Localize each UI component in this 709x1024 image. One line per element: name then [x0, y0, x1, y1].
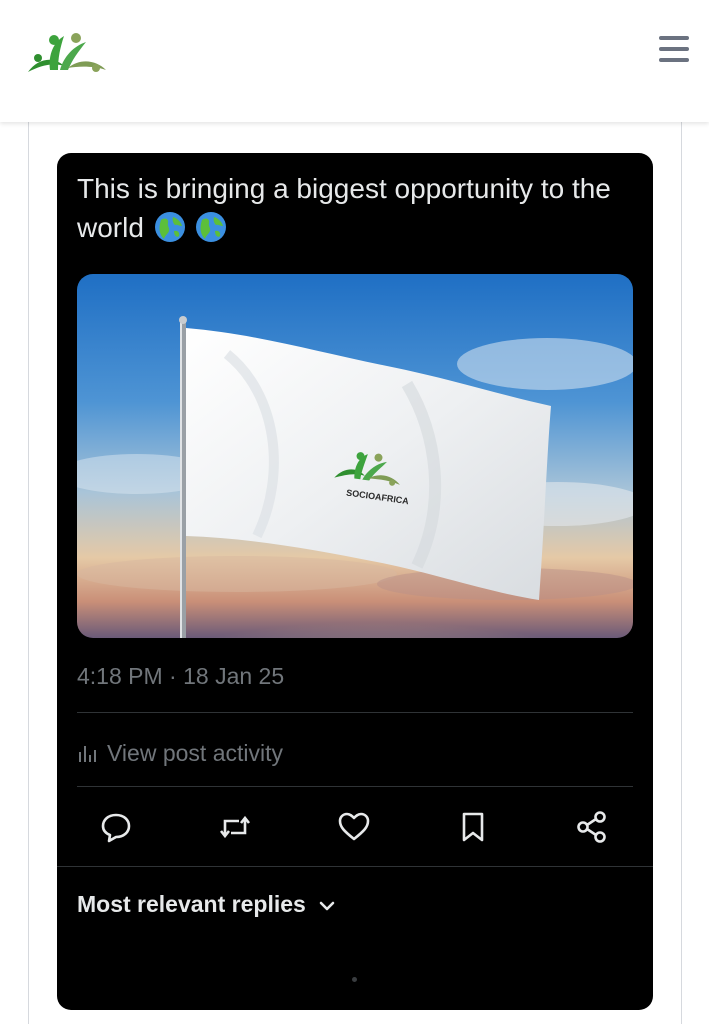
bookmark-icon: [462, 812, 484, 842]
view-post-activity-label: View post activity: [107, 739, 283, 766]
hamburger-menu-icon[interactable]: [656, 32, 694, 64]
speech-bubble-icon: [101, 813, 131, 843]
repost-button[interactable]: [217, 809, 253, 845]
divider: [77, 712, 633, 713]
repost-arrows-icon: [219, 815, 251, 839]
post-text-block: This is bringing a biggest opportunity t…: [77, 169, 637, 247]
loading-dot: [352, 977, 357, 982]
divider: [57, 866, 653, 867]
post-timestamp[interactable]: 4:18 PM · 18 Jan 25: [77, 663, 284, 690]
heart-icon: [338, 812, 370, 841]
globe-americas-icon: [195, 211, 227, 243]
reply-button[interactable]: [98, 809, 134, 845]
replies-sort-dropdown[interactable]: Most relevant replies: [77, 891, 338, 918]
globe-americas-icon: [154, 211, 186, 243]
menu-bar-line: [659, 47, 689, 51]
top-bar: [0, 0, 709, 122]
post-media-image[interactable]: SOCIOAFRICA: [77, 274, 633, 638]
bookmark-button[interactable]: [455, 809, 491, 845]
menu-bar-line: [659, 58, 689, 62]
post-action-bar: [57, 809, 653, 845]
menu-bar-line: [659, 36, 689, 40]
bar-chart-icon: [79, 746, 96, 762]
view-post-activity-link[interactable]: View post activity: [77, 738, 283, 768]
socioafrica-logo-icon[interactable]: [24, 28, 108, 84]
share-button[interactable]: [574, 809, 610, 845]
post-card: This is bringing a biggest opportunity t…: [57, 153, 653, 1010]
divider: [77, 786, 633, 787]
like-button[interactable]: [336, 809, 372, 845]
share-nodes-icon: [577, 811, 606, 843]
chevron-down-icon: [319, 901, 335, 910]
replies-sort-label: Most relevant replies: [77, 891, 306, 917]
